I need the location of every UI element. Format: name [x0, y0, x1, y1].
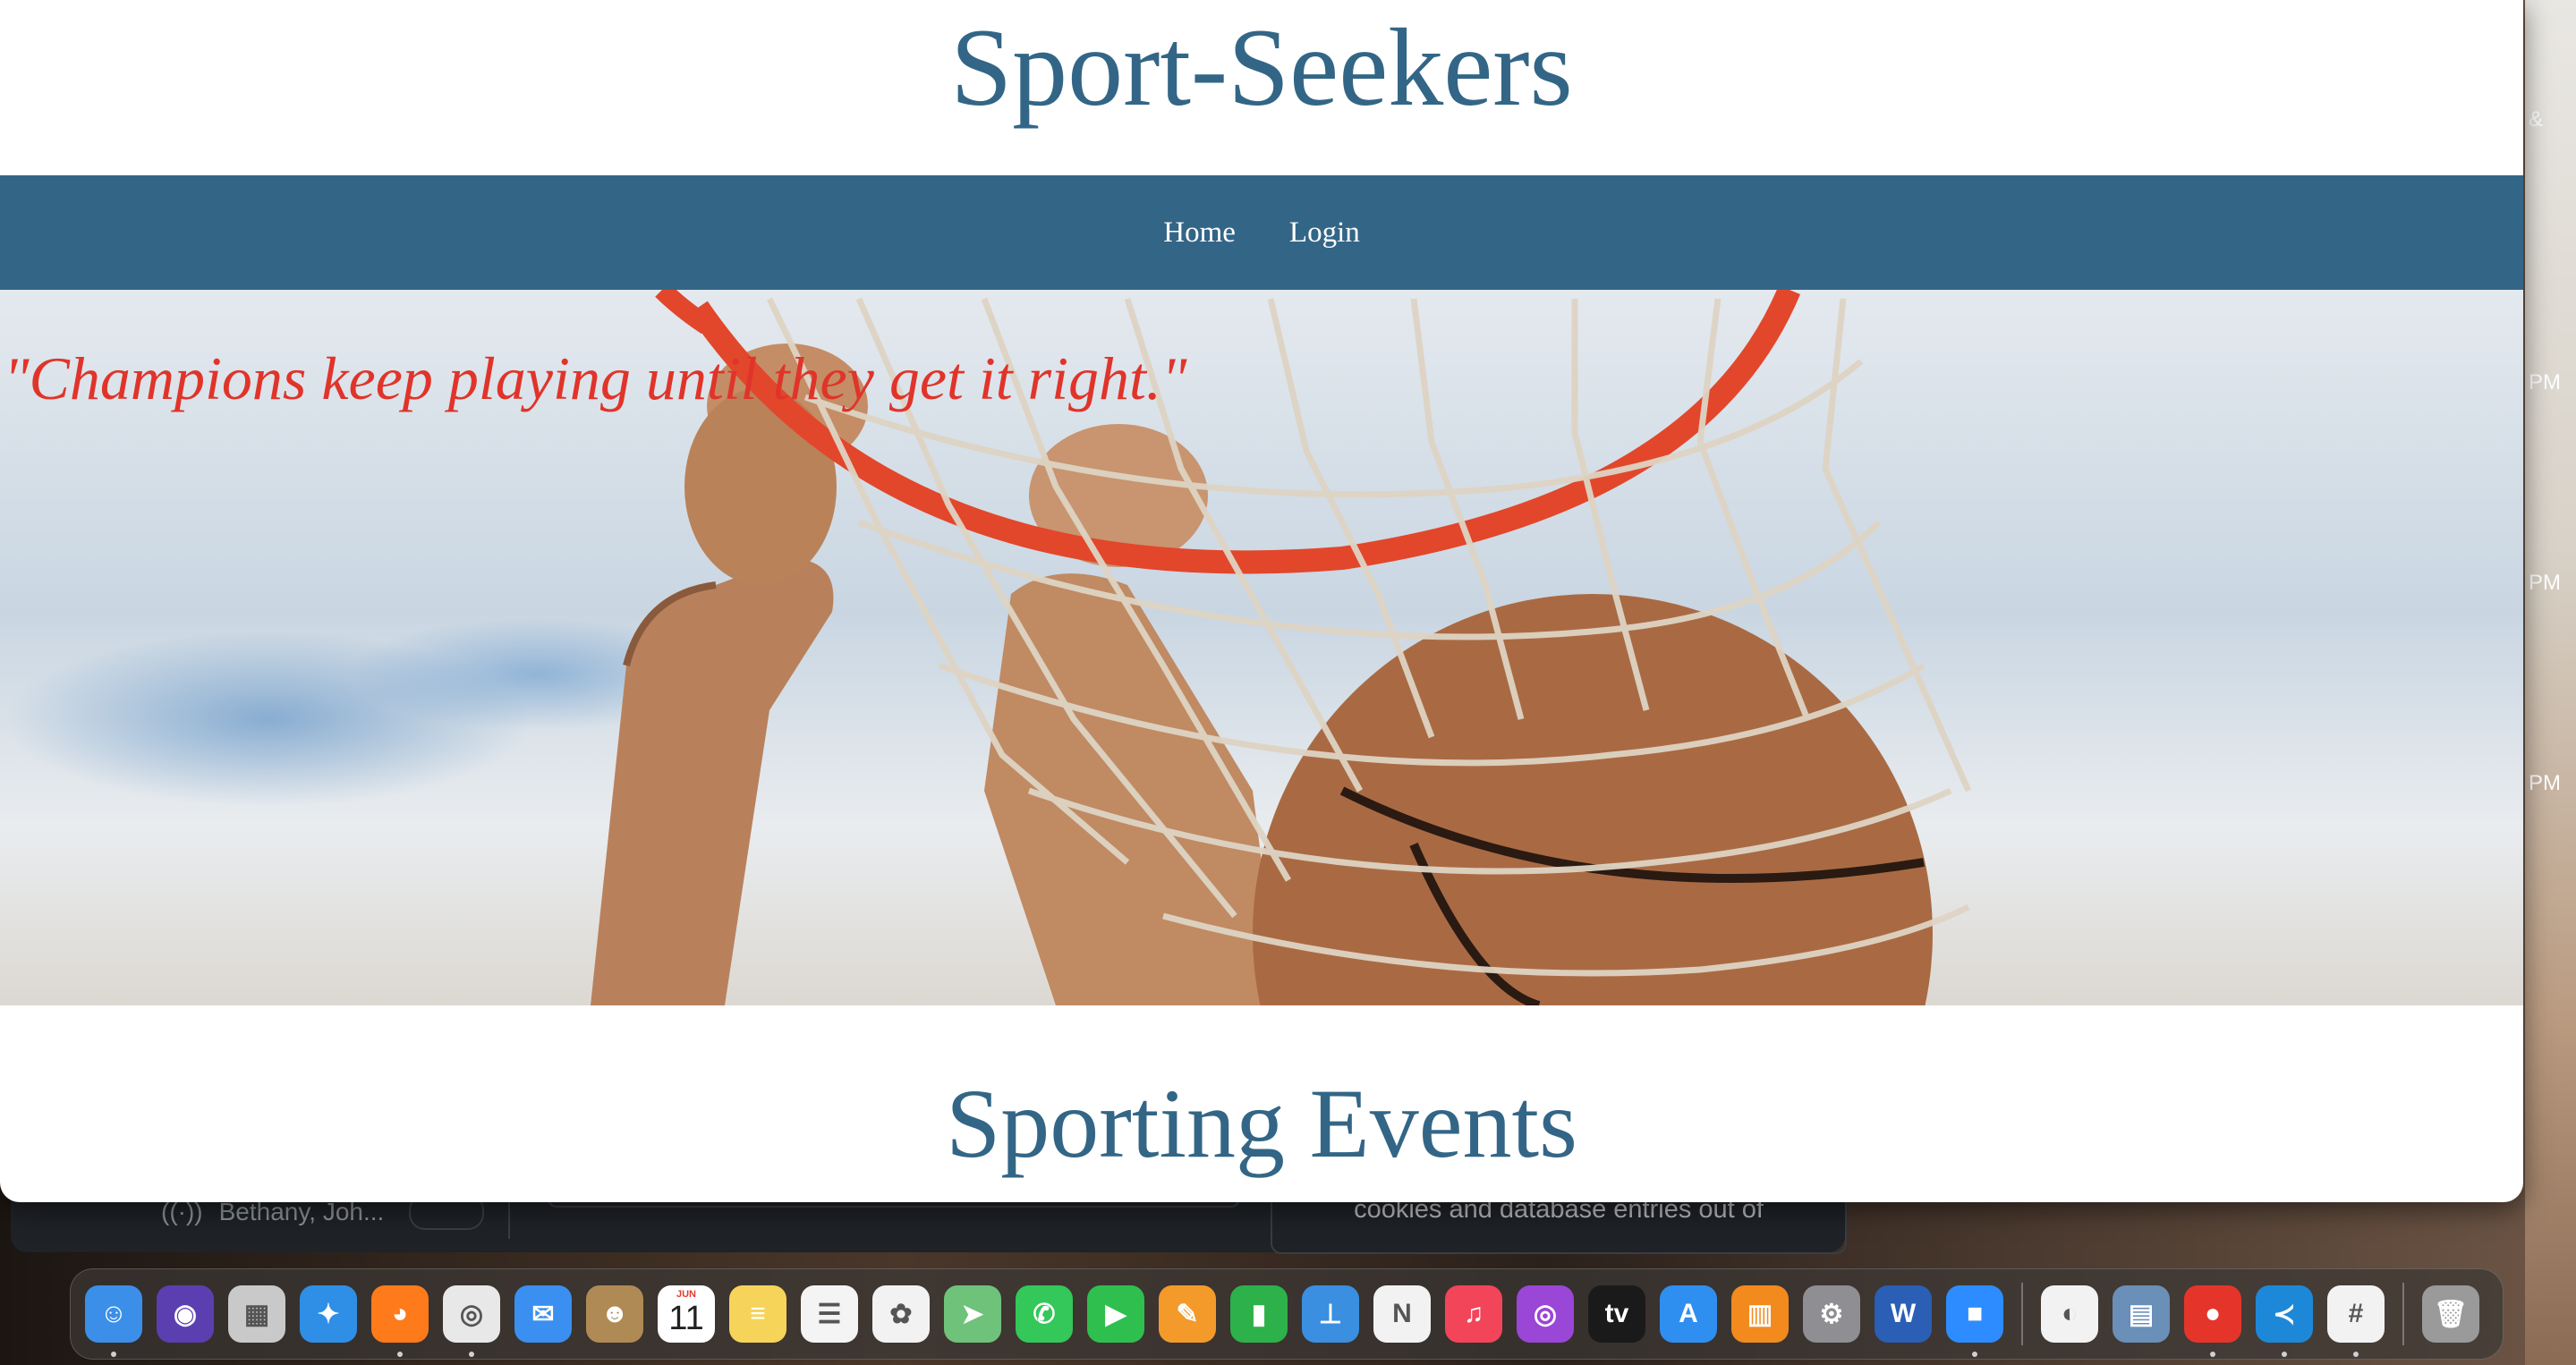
- news-icon[interactable]: N: [1373, 1285, 1431, 1343]
- contacts-icon[interactable]: ☻: [586, 1285, 643, 1343]
- keynote-icon[interactable]: ⊥: [1302, 1285, 1359, 1343]
- system-settings-icon[interactable]: ⚙: [1803, 1285, 1860, 1343]
- finder-icon[interactable]: ☺: [85, 1285, 142, 1357]
- mail-icon[interactable]: ✉: [514, 1285, 572, 1343]
- zoom-icon[interactable]: ■: [1946, 1285, 2003, 1357]
- running-indicator: [1972, 1352, 1977, 1357]
- edge-text: PM: [2529, 571, 2561, 595]
- running-indicator: [2353, 1352, 2359, 1357]
- maps-icon[interactable]: ➤: [944, 1285, 1001, 1343]
- running-indicator: [397, 1352, 403, 1357]
- site-title: Sport-Seekers: [950, 6, 1573, 129]
- running-indicator: [111, 1352, 116, 1357]
- books-icon[interactable]: ▥: [1731, 1285, 1789, 1343]
- edge-text: PM: [2529, 370, 2561, 394]
- edge-text: &: [2529, 107, 2544, 131]
- photos-icon[interactable]: ✿: [872, 1285, 930, 1343]
- calendar-day: 11: [668, 1300, 704, 1337]
- messages-icon[interactable]: ✆: [1016, 1285, 1073, 1343]
- hero-banner: "Champions keep playing until they get i…: [0, 290, 2523, 1005]
- hero-quote: "Champions keep playing until they get i…: [4, 344, 1187, 412]
- notes-icon[interactable]: ≡: [729, 1285, 786, 1343]
- podcasts-icon[interactable]: ◎: [1517, 1285, 1574, 1343]
- safari-icon[interactable]: ✦: [300, 1285, 357, 1343]
- apple-tv-icon[interactable]: tv: [1588, 1285, 1645, 1343]
- chrome-icon[interactable]: ◎: [443, 1285, 500, 1357]
- slack-icon[interactable]: #: [2327, 1285, 2385, 1357]
- background-window-edge: & PM PM PM: [2525, 0, 2576, 1365]
- launchpad-icon[interactable]: ▦: [228, 1285, 285, 1343]
- vscode-icon[interactable]: ≺: [2256, 1285, 2313, 1357]
- nav-login-link[interactable]: Login: [1289, 216, 1360, 250]
- pages-icon[interactable]: ✎: [1159, 1285, 1216, 1343]
- nav-home-link[interactable]: Home: [1163, 216, 1236, 250]
- facetime-icon[interactable]: ▶: [1087, 1285, 1144, 1343]
- dock-separator: [2021, 1283, 2023, 1345]
- reminders-icon[interactable]: ☰: [801, 1285, 858, 1343]
- trash-icon[interactable]: 🗑: [2422, 1285, 2479, 1343]
- word-icon[interactable]: W: [1875, 1285, 1932, 1343]
- app-store-icon[interactable]: A: [1660, 1285, 1717, 1343]
- moon-app-icon[interactable]: ◐: [2041, 1285, 2098, 1343]
- edge-text: PM: [2529, 771, 2561, 795]
- music-icon[interactable]: ♫: [1445, 1285, 1502, 1343]
- calendar-icon[interactable]: JUN 11: [658, 1285, 715, 1343]
- numbers-icon[interactable]: ▮: [1230, 1285, 1288, 1343]
- dock: ☺ ◉ ▦ ✦ ◕ ◎ ✉ ☻ JUN 11 ≡ ☰ ✿ ➤ ✆ ▶ ✎ ▮ ⊥ N ♫ ◎ tv A ▥ ⚙ W ■ ◐ ▤ ● ≺ # 🗑: [70, 1268, 2504, 1360]
- firefox-icon[interactable]: ◕: [371, 1285, 429, 1357]
- calendar-month: JUN: [676, 1289, 696, 1300]
- preview-icon[interactable]: ▤: [2113, 1285, 2170, 1343]
- voice-memos-icon[interactable]: ●: [2184, 1285, 2241, 1357]
- running-indicator: [2282, 1352, 2287, 1357]
- dock-separator: [2402, 1283, 2404, 1345]
- running-indicator: [2210, 1352, 2215, 1357]
- browser-page: Sport-Seekers Home Login "Champions keep…: [0, 0, 2523, 1202]
- section-title-sporting-events: Sporting Events: [946, 1069, 1577, 1178]
- navbar: Home Login: [0, 175, 2523, 290]
- running-indicator: [469, 1352, 474, 1357]
- siri-icon[interactable]: ◉: [157, 1285, 214, 1343]
